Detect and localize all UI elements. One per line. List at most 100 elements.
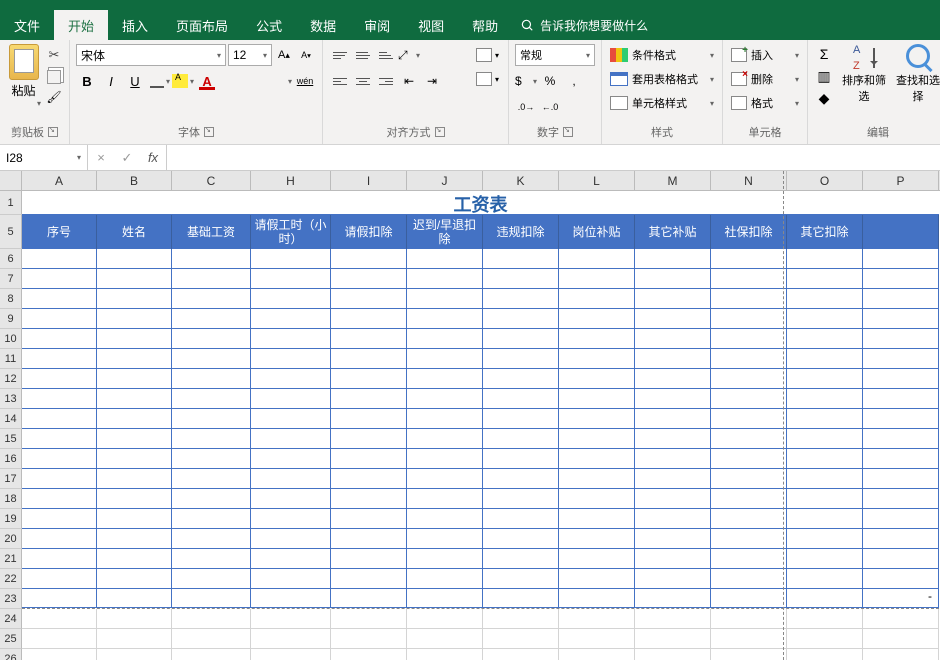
empty-cell[interactable] (97, 629, 172, 649)
data-cell[interactable] (172, 569, 251, 589)
row-header[interactable]: 23 (0, 589, 22, 609)
data-cell[interactable] (711, 309, 787, 329)
data-cell[interactable] (787, 249, 863, 269)
italic-button[interactable]: I (100, 70, 122, 92)
empty-cell[interactable] (251, 629, 331, 649)
column-header[interactable]: N (711, 171, 787, 190)
data-cell[interactable] (863, 269, 939, 289)
empty-cell[interactable] (635, 609, 711, 629)
empty-cell[interactable] (172, 629, 251, 649)
empty-cell[interactable] (97, 649, 172, 660)
autosum-button[interactable]: Σ (814, 44, 834, 64)
empty-cell[interactable] (787, 649, 863, 660)
decrease-indent-button[interactable]: ⇤ (398, 70, 420, 92)
data-cell[interactable] (635, 549, 711, 569)
tab-help[interactable]: 帮助 (458, 10, 512, 40)
data-cell[interactable] (711, 509, 787, 529)
data-cell[interactable] (97, 469, 172, 489)
data-cell[interactable] (251, 469, 331, 489)
row-header[interactable]: 19 (0, 509, 22, 529)
data-cell[interactable] (711, 549, 787, 569)
data-cell[interactable] (22, 389, 97, 409)
data-cell[interactable] (787, 549, 863, 569)
data-cell[interactable] (483, 489, 559, 509)
data-cell[interactable] (483, 249, 559, 269)
formula-input[interactable] (167, 145, 940, 170)
data-cell[interactable] (172, 469, 251, 489)
data-cell[interactable] (97, 329, 172, 349)
data-cell[interactable] (331, 429, 407, 449)
empty-cell[interactable] (483, 649, 559, 660)
empty-cell[interactable] (711, 609, 787, 629)
data-cell[interactable] (407, 269, 483, 289)
empty-cell[interactable] (172, 649, 251, 660)
empty-cell[interactable] (635, 649, 711, 660)
data-cell[interactable] (172, 549, 251, 569)
data-cell[interactable] (97, 509, 172, 529)
data-cell[interactable] (172, 509, 251, 529)
data-cell[interactable] (251, 569, 331, 589)
data-cell[interactable] (711, 469, 787, 489)
tab-page-layout[interactable]: 页面布局 (162, 10, 242, 40)
data-cell[interactable] (635, 289, 711, 309)
fx-button[interactable]: fx (140, 150, 166, 165)
increase-font-button[interactable]: A▴ (274, 44, 294, 66)
row-header[interactable]: 17 (0, 469, 22, 489)
data-cell[interactable] (635, 269, 711, 289)
empty-cell[interactable] (331, 609, 407, 629)
data-cell[interactable] (635, 349, 711, 369)
data-cell[interactable] (787, 429, 863, 449)
align-top-button[interactable] (329, 44, 351, 66)
row-header[interactable]: 15 (0, 429, 22, 449)
tell-me-search[interactable]: 告诉我你想要做什么 (520, 10, 648, 40)
empty-cell[interactable] (172, 609, 251, 629)
data-cell[interactable] (635, 449, 711, 469)
data-cell[interactable] (172, 289, 251, 309)
row-header[interactable]: 26 (0, 649, 22, 660)
data-cell[interactable] (483, 309, 559, 329)
data-cell[interactable] (863, 429, 939, 449)
data-cell[interactable] (22, 449, 97, 469)
empty-cell[interactable] (251, 649, 331, 660)
data-cell[interactable] (407, 529, 483, 549)
data-cell[interactable] (251, 449, 331, 469)
data-cell[interactable]: - (863, 589, 939, 608)
data-cell[interactable] (559, 589, 635, 608)
data-cell[interactable] (559, 389, 635, 409)
row-header[interactable]: 6 (0, 249, 22, 269)
data-cell[interactable] (787, 289, 863, 309)
data-cell[interactable] (559, 249, 635, 269)
row-header[interactable]: 20 (0, 529, 22, 549)
row-header[interactable]: 18 (0, 489, 22, 509)
data-cell[interactable] (331, 549, 407, 569)
table-header-cell[interactable]: 姓名 (97, 215, 172, 249)
data-cell[interactable] (863, 469, 939, 489)
row-header[interactable]: 13 (0, 389, 22, 409)
spreadsheet-grid[interactable]: ABCHIJKLMNOP 156789101112131415161718192… (0, 171, 940, 660)
table-header-cell[interactable]: 其它补贴 (635, 215, 711, 249)
data-cell[interactable] (559, 309, 635, 329)
data-cell[interactable] (787, 269, 863, 289)
font-color-button[interactable] (196, 70, 218, 92)
data-cell[interactable] (483, 269, 559, 289)
data-cell[interactable] (251, 529, 331, 549)
data-cell[interactable] (863, 549, 939, 569)
data-cell[interactable] (635, 409, 711, 429)
name-box[interactable]: I28▾ (0, 145, 88, 170)
data-cell[interactable] (787, 589, 863, 608)
data-cell[interactable] (711, 349, 787, 369)
empty-cell[interactable] (407, 609, 483, 629)
data-cell[interactable] (559, 429, 635, 449)
data-cell[interactable] (635, 569, 711, 589)
column-header[interactable]: P (863, 171, 939, 190)
table-header-cell[interactable]: 社保扣除 (711, 215, 787, 249)
data-cell[interactable] (97, 569, 172, 589)
phonetic-guide-button[interactable] (294, 70, 316, 92)
table-header-cell[interactable]: 违规扣除 (483, 215, 559, 249)
data-cell[interactable] (97, 309, 172, 329)
data-cell[interactable] (172, 269, 251, 289)
paste-button[interactable]: 粘贴 ▾ (6, 44, 41, 122)
data-cell[interactable] (559, 369, 635, 389)
conditional-formatting-button[interactable]: 条件格式▾ (608, 44, 716, 66)
alignment-dialog-launcher[interactable] (435, 127, 445, 137)
